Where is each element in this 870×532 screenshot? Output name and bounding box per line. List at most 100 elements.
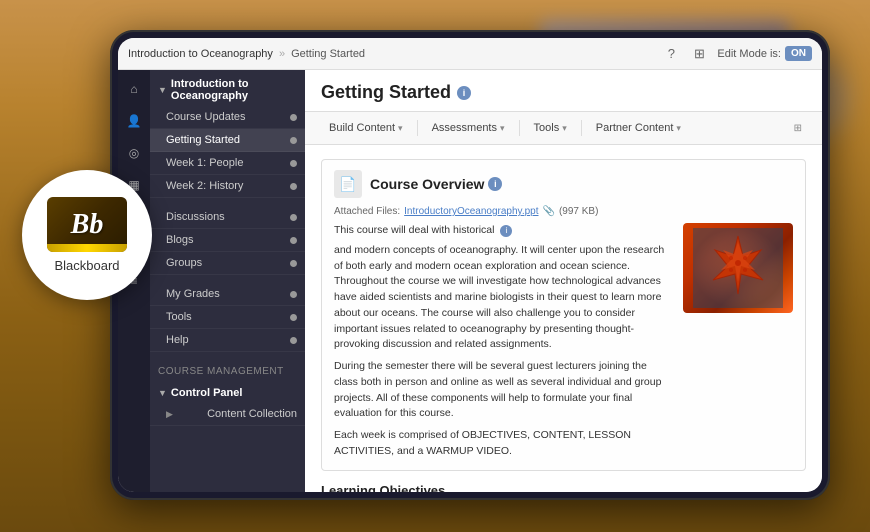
starfish-svg [693, 228, 783, 308]
toolbar-sep-3 [581, 120, 582, 136]
assessments-button[interactable]: Assessments ▾ [424, 118, 513, 138]
tools-label: Tools [534, 122, 560, 134]
sidebar-item-blogs[interactable]: Blogs [150, 229, 305, 252]
sidebar-control-panel[interactable]: ▼ Control Panel [150, 379, 305, 403]
sidebar-item-label: Tools [166, 311, 192, 323]
sidebar-item-label: Groups [166, 257, 202, 269]
dot-indicator [290, 114, 297, 121]
learning-objectives-section: Learning Objectives After successfully c… [321, 483, 806, 493]
help-icon[interactable]: ? [661, 44, 681, 64]
breadcrumb: Introduction to Oceanography » Getting S… [128, 48, 661, 60]
sidebar-item-discussions[interactable]: Discussions [150, 206, 305, 229]
assessments-label: Assessments [432, 122, 497, 134]
build-content-button[interactable]: Build Content ▾ [321, 118, 411, 138]
content-text-area: This course will deal with historical i … [334, 223, 793, 460]
dot-indicator [290, 260, 297, 267]
sidebar-divider-2 [150, 275, 305, 283]
sidebar-item-help[interactable]: Help [150, 329, 305, 352]
content-body: 📄 Course Overview i Attached Files: Intr… [305, 145, 822, 492]
bb-label: Blackboard [54, 258, 119, 273]
sidebar-management-label: Course Management [150, 360, 305, 379]
share-icon[interactable]: ⊞ [689, 44, 709, 64]
edit-mode-value[interactable]: ON [785, 46, 812, 61]
page-action-button[interactable]: ⊞ [790, 121, 806, 136]
content-text: This course will deal with historical i … [334, 223, 673, 460]
tablet-frame: Introduction to Oceanography » Getting S… [110, 30, 830, 500]
dot-indicator [290, 160, 297, 167]
page-info-icon[interactable]: i [457, 86, 471, 100]
page-title: Getting Started i [321, 82, 806, 103]
file-size: (997 KB) [559, 206, 598, 217]
top-bar: Introduction to Oceanography » Getting S… [118, 38, 822, 70]
sidebar-item-label: Blogs [166, 234, 194, 246]
sidebar-item-label: Discussions [166, 211, 225, 223]
dot-indicator [290, 137, 297, 144]
file-icon: 📎 [543, 206, 555, 217]
block-header: 📄 Course Overview i [334, 170, 793, 198]
blackboard-logo: Bb Blackboard [22, 170, 152, 300]
sidebar-item-label: My Grades [166, 288, 220, 300]
dot-indicator [290, 183, 297, 190]
sidebar-course-header[interactable]: ▼ Introduction to Oceanography [150, 70, 305, 106]
sidebar-item-groups[interactable]: Groups [150, 252, 305, 275]
sidebar-item-label: Getting Started [166, 134, 240, 146]
page-header: Getting Started i [305, 70, 822, 112]
partner-content-label: Partner Content [596, 122, 674, 134]
dot-indicator [290, 237, 297, 244]
dot-indicator [290, 214, 297, 221]
build-content-label: Build Content [329, 122, 395, 134]
content-paragraph-3: During the semester there will be severa… [334, 359, 673, 422]
breadcrumb-course-title: Introduction to Oceanography [128, 48, 273, 60]
page-title-text: Getting Started [321, 82, 451, 103]
dot-indicator [290, 337, 297, 344]
inline-info-icon[interactable]: i [500, 225, 512, 237]
sidebar-item-week2[interactable]: Week 2: History [150, 175, 305, 198]
starfish-container [683, 223, 793, 313]
content-paragraph-4: Each week is comprised of OBJECTIVES, CO… [334, 428, 673, 460]
main-layout: ⌂ 👤 ◎ ▦ ✉ ⚙ ≡ ▼ Introduction to Oceanogr… [118, 70, 822, 492]
sidebar-item-label: Week 2: History [166, 180, 243, 192]
sidebar-divider [150, 198, 305, 206]
attached-files: Attached Files: IntroductoryOceanography… [334, 206, 793, 217]
breadcrumb-separator: » [279, 48, 285, 60]
bb-logo-inner: Bb [47, 197, 127, 252]
sidebar-item-grades[interactable]: My Grades [150, 283, 305, 306]
bb-gold-bar [47, 244, 127, 252]
user-icon[interactable]: 👤 [123, 110, 145, 132]
bb-logo-text: Bb [71, 209, 104, 241]
breadcrumb-current: Getting Started [291, 48, 365, 60]
home-icon[interactable]: ⌂ [123, 78, 145, 100]
block-icon: 📄 [334, 170, 362, 198]
block-title-text: Course Overview [370, 176, 484, 192]
sidebar-divider-3 [150, 352, 305, 360]
tools-button[interactable]: Tools ▾ [526, 118, 575, 138]
dot-indicator [290, 291, 297, 298]
sidebar-item-week1[interactable]: Week 1: People [150, 152, 305, 175]
learning-objectives-title: Learning Objectives [321, 483, 806, 493]
block-info-icon[interactable]: i [488, 177, 502, 191]
globe-icon[interactable]: ◎ [123, 142, 145, 164]
toolbar-sep-1 [417, 120, 418, 136]
block-title: Course Overview i [370, 176, 502, 192]
content-paragraph-1: This course will deal with historical i [334, 223, 673, 239]
build-content-chevron: ▾ [398, 123, 403, 134]
sidebar-item-getting-started[interactable]: Getting Started [150, 129, 305, 152]
sidebar-course-title: Introduction to Oceanography [171, 78, 297, 102]
sidebar-item-label: Week 1: People [166, 157, 243, 169]
content-paragraph-2: and modern concepts of oceanography. It … [334, 243, 673, 353]
control-panel-label: Control Panel [171, 387, 243, 399]
content-area: Getting Started i Build Content ▾ Assess… [305, 70, 822, 492]
file-link[interactable]: IntroductoryOceanography.ppt [404, 206, 538, 217]
starfish-image [683, 223, 793, 313]
toolbar-sep-2 [519, 120, 520, 136]
tablet-screen: Introduction to Oceanography » Getting S… [118, 38, 822, 492]
sidebar-item-tools[interactable]: Tools [150, 306, 305, 329]
partner-content-button[interactable]: Partner Content ▾ [588, 118, 689, 138]
partner-content-chevron: ▾ [676, 123, 681, 134]
assessments-chevron: ▾ [500, 123, 505, 134]
sidebar-item-course-updates[interactable]: Course Updates [150, 106, 305, 129]
dot-indicator [290, 314, 297, 321]
toolbar: Build Content ▾ Assessments ▾ Tools ▾ [305, 112, 822, 145]
tools-chevron: ▾ [562, 123, 567, 134]
sidebar-item-content-collection[interactable]: ▶ Content Collection [150, 403, 305, 426]
